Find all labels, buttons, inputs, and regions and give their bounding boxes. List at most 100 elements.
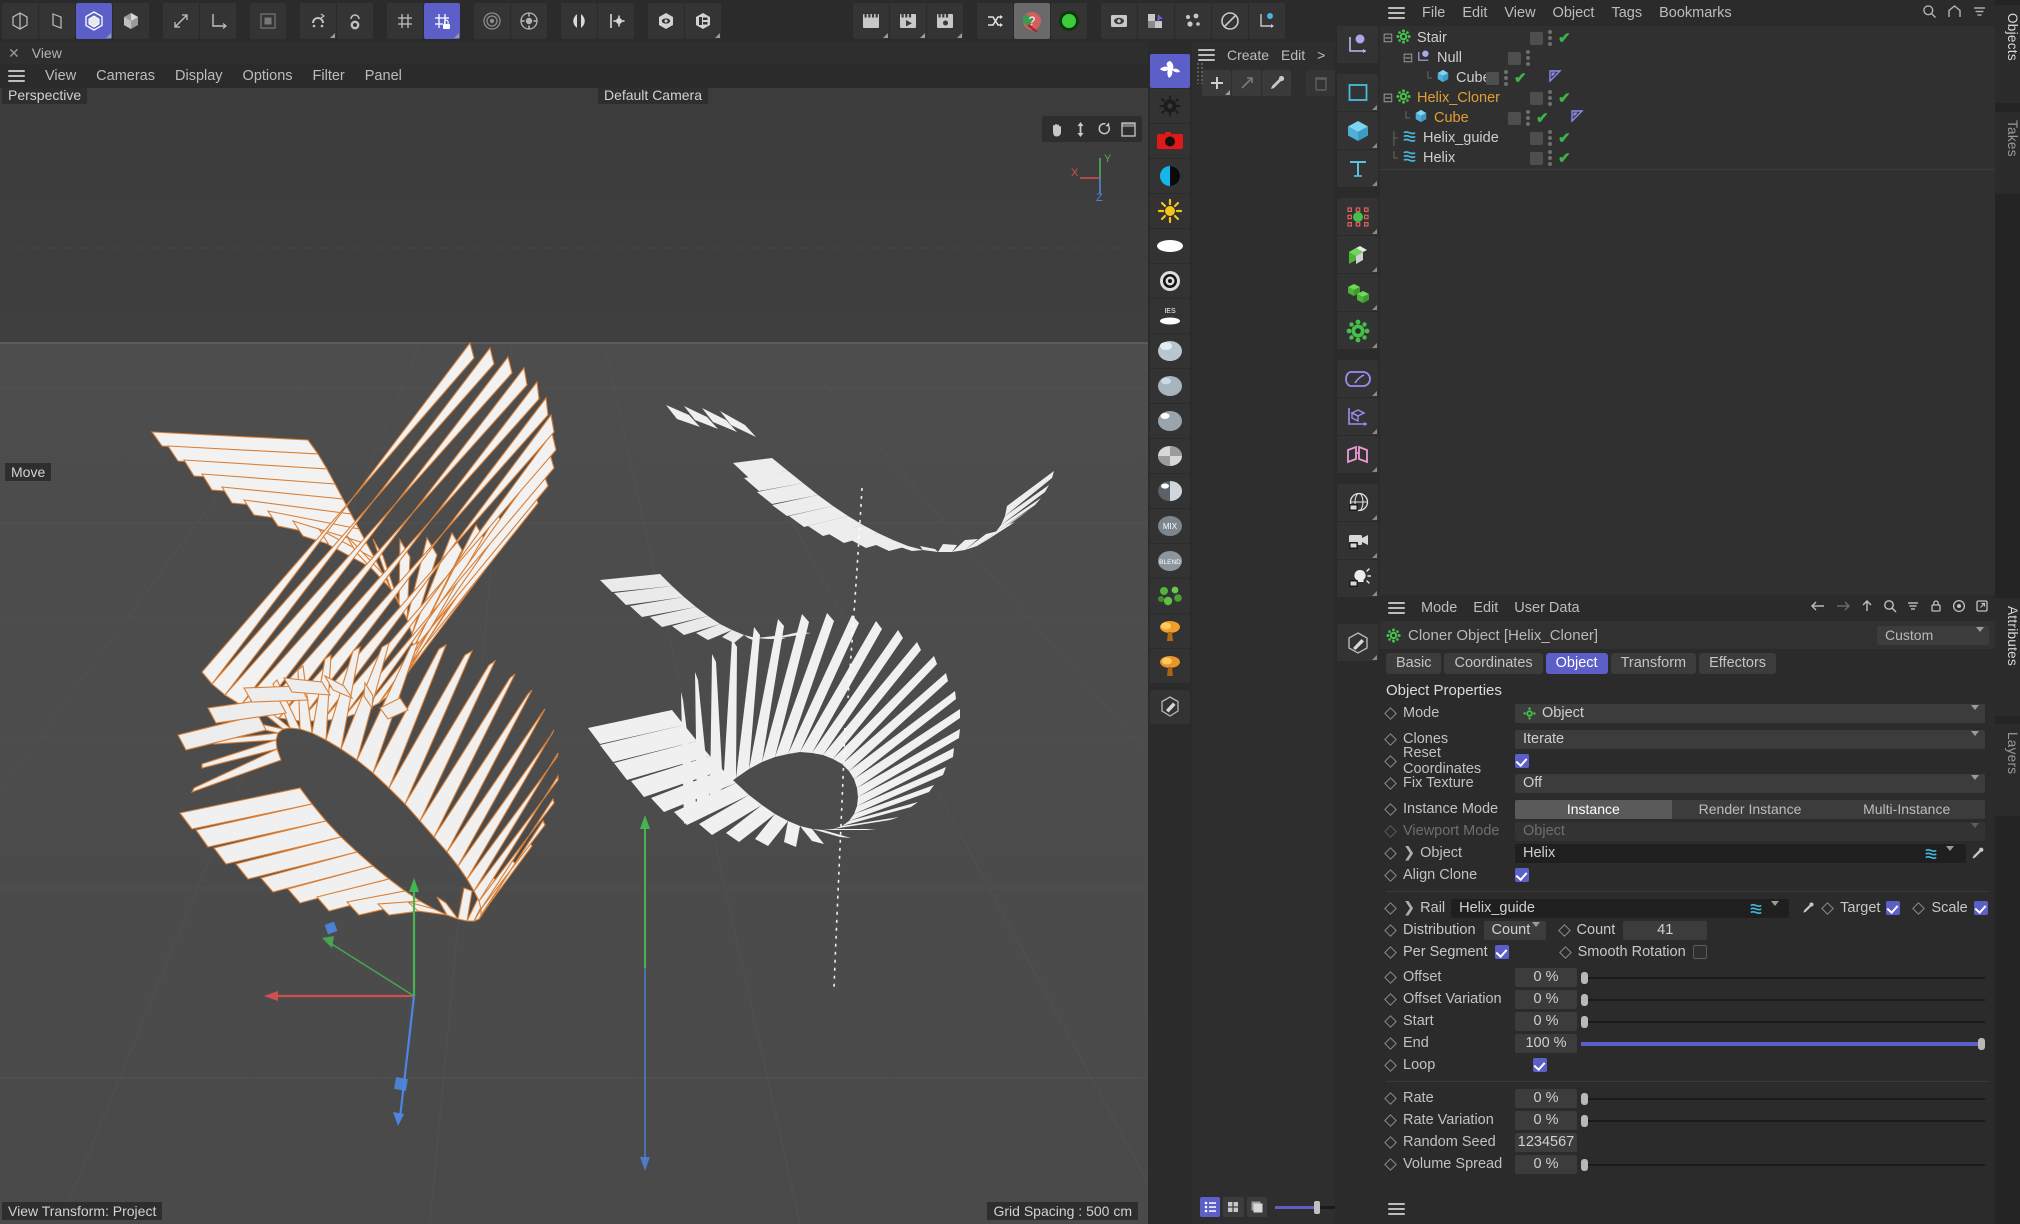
viewport-menu-options[interactable]: Options [243, 68, 293, 84]
per-segment-checkbox[interactable] [1494, 945, 1509, 959]
display-tag-icon[interactable] [1530, 151, 1543, 165]
rate-input[interactable]: 0 % [1515, 1088, 1577, 1108]
expander-minus-icon[interactable]: ⊟ [1382, 90, 1394, 106]
sphere-metal-icon[interactable] [1150, 474, 1190, 508]
keyframe-diamond-icon[interactable] [1384, 1091, 1397, 1105]
mode-dropdown[interactable]: Object [1515, 703, 1985, 726]
scatter-dots-icon[interactable] [1175, 3, 1211, 39]
tab-takes[interactable]: Takes [1995, 112, 2020, 194]
distribution-dropdown[interactable]: Count [1483, 920, 1546, 943]
enable-check-icon[interactable]: ✔ [1558, 89, 1571, 107]
tab-transform[interactable]: Transform [1610, 652, 1697, 674]
display-tag-icon[interactable] [1508, 111, 1521, 125]
object-link-field[interactable]: Helix [1515, 843, 1966, 867]
visibility-dots-icon[interactable] [1548, 90, 1553, 106]
sun-light-icon[interactable] [1150, 194, 1190, 228]
keyframe-diamond-icon[interactable] [1384, 945, 1397, 959]
keyframe-diamond-icon[interactable] [1384, 992, 1397, 1006]
null-object-icon[interactable] [1337, 26, 1378, 63]
symmetry-settings-icon[interactable] [598, 3, 634, 39]
camera-object-icon[interactable] [1337, 522, 1378, 559]
sphere-checker-icon[interactable] [1150, 439, 1190, 473]
green-sphere-icon[interactable] [1051, 3, 1087, 39]
large-preview-icon[interactable] [1246, 1197, 1267, 1217]
keyframe-diamond-icon[interactable] [1384, 732, 1397, 746]
back-arrow-icon[interactable] [1810, 599, 1826, 617]
smooth-rotation-checkbox[interactable] [1692, 945, 1707, 959]
viewport-menu-display[interactable]: Display [175, 68, 223, 84]
up-arrow-icon[interactable] [1860, 599, 1874, 617]
instance-mode-option-instance[interactable]: Instance [1515, 799, 1672, 819]
sphere-material-1-icon[interactable] [1150, 334, 1190, 368]
search-icon[interactable] [1883, 599, 1897, 617]
snap-settings-icon[interactable] [337, 3, 373, 39]
snap-magnet-icon[interactable] [300, 3, 336, 39]
filter-icon[interactable] [1972, 4, 1987, 23]
volume-spread-input[interactable]: 0 % [1515, 1154, 1577, 1174]
om-menu-view[interactable]: View [1504, 5, 1535, 21]
object-row-helix-cloner[interactable]: ⊟ Helix_Cloner ✔ [1380, 88, 1995, 108]
render-view-icon[interactable] [853, 3, 889, 39]
material-zoom-slider[interactable] [1274, 1197, 1335, 1217]
reset-coordinates-checkbox[interactable] [1515, 754, 1529, 768]
rate-slider[interactable] [1581, 1089, 1985, 1108]
offset-slider[interactable] [1581, 968, 1985, 987]
visibility-dots-icon[interactable] [1548, 30, 1553, 46]
enable-axis-icon[interactable] [163, 3, 199, 39]
display-tag-icon[interactable] [1508, 51, 1521, 65]
edges-mode-icon[interactable] [39, 3, 75, 39]
eyedropper-icon[interactable] [1801, 901, 1815, 915]
expander-minus-icon[interactable]: ⊟ [1382, 30, 1394, 46]
object-row-stair[interactable]: ⊟ Stair ✔ [1380, 28, 1995, 48]
lock-icon[interactable] [1929, 599, 1943, 617]
mograph-matrix-icon[interactable] [1337, 198, 1378, 235]
visibility-dots-icon[interactable] [1504, 70, 1509, 86]
chevron-right-icon[interactable]: ❯ [1403, 900, 1415, 916]
polygons-mode-icon[interactable] [76, 3, 112, 39]
environment-globe-icon[interactable] [1337, 484, 1378, 521]
no-entry-icon[interactable] [1212, 3, 1248, 39]
cloth-surface-icon[interactable] [1337, 436, 1378, 473]
enable-check-icon[interactable]: ✔ [1536, 109, 1549, 127]
contrast-circle-icon[interactable] [1150, 159, 1190, 193]
tab-objects[interactable]: Objects [1995, 5, 2020, 103]
rail-link-field[interactable]: Helix_guide [1451, 898, 1790, 922]
gear-material-icon[interactable] [1150, 89, 1190, 123]
lock-workplane-icon[interactable] [424, 3, 460, 39]
keyframe-diamond-icon[interactable] [1384, 1014, 1397, 1028]
model-mode-icon[interactable] [113, 3, 149, 39]
rate-variation-input[interactable]: 0 % [1515, 1110, 1577, 1130]
workplane-icon[interactable] [387, 3, 423, 39]
dolly-icon[interactable] [1069, 118, 1091, 140]
eyedropper-icon[interactable] [1262, 70, 1291, 96]
close-icon[interactable]: ✕ [8, 45, 20, 62]
keyframe-diamond-icon[interactable] [1384, 1113, 1397, 1127]
chevron-right-icon[interactable]: ❯ [1403, 845, 1415, 861]
keyframe-diamond-icon[interactable] [1384, 1036, 1397, 1050]
keyframe-diamond-icon[interactable] [1384, 970, 1397, 984]
popout-icon[interactable] [1975, 599, 1989, 617]
sphere-glossy-icon[interactable] [1150, 404, 1190, 438]
preset-dropdown[interactable]: Custom [1877, 625, 1989, 648]
display-tag-icon[interactable] [1530, 131, 1543, 145]
om-menu-tags[interactable]: Tags [1611, 5, 1642, 21]
shuffle-icon[interactable] [977, 3, 1013, 39]
tab-object[interactable]: Object [1545, 652, 1608, 674]
viewport-canvas[interactable]: Perspective Default Camera Move View Tra… [0, 88, 1148, 1224]
keyframe-diamond-icon[interactable] [1384, 1058, 1397, 1072]
help-sphere-icon[interactable]: ? [1014, 3, 1050, 39]
am-menu-user-data[interactable]: User Data [1514, 600, 1579, 616]
material-menu-edit[interactable]: Edit [1281, 47, 1305, 63]
maximize-icon[interactable] [1117, 118, 1139, 140]
sphere-material-2-icon[interactable] [1150, 369, 1190, 403]
cloner-green-icon[interactable] [1337, 274, 1378, 311]
display-tag-icon[interactable] [1486, 71, 1499, 85]
phong-tag-icon[interactable] [1548, 69, 1562, 87]
pin-checker-icon[interactable] [1138, 3, 1174, 39]
keyframe-diamond-icon[interactable] [1384, 1135, 1397, 1149]
offset-input[interactable]: 0 % [1515, 967, 1577, 987]
material-toolbar-drag-handle[interactable] [1196, 62, 1203, 84]
keyframe-diamond-icon[interactable] [1821, 901, 1835, 915]
viewport-projection-label[interactable]: Perspective [2, 88, 88, 104]
boole-icon[interactable] [1337, 236, 1378, 273]
